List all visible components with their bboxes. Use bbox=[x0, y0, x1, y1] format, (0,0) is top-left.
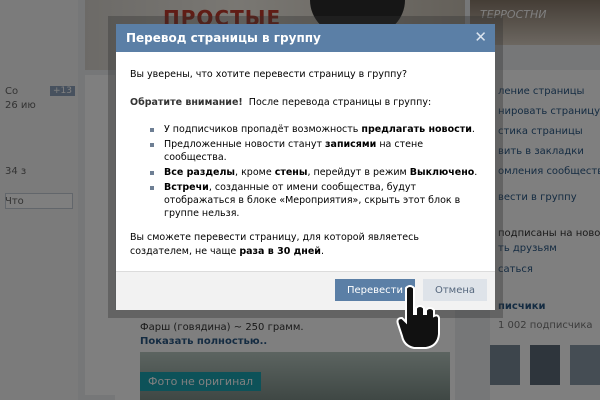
dialog-header: Перевод страницы в группу ✕ bbox=[116, 24, 495, 52]
hand-cursor-icon bbox=[396, 285, 440, 349]
list-item: У подписчиков пропадёт возможность предл… bbox=[150, 123, 485, 136]
attention-text: После перевода страницы в группу: bbox=[248, 97, 432, 108]
list-item: Предложенные новости станут записями на … bbox=[150, 138, 485, 164]
convert-page-dialog: Перевод страницы в группу ✕ Вы уверены, … bbox=[116, 24, 495, 310]
dialog-title: Перевод страницы в группу bbox=[126, 31, 321, 45]
list-item: Встречи, созданные от имени сообщества, … bbox=[150, 181, 485, 220]
frequency-note: Вы сможете перевести страницу, для котор… bbox=[130, 232, 419, 257]
consequences-list: У подписчиков пропадёт возможность предл… bbox=[150, 123, 485, 222]
attention-line: Обратите внимание! После перевода страни… bbox=[130, 97, 431, 108]
confirmation-question: Вы уверены, что хотите перевести страниц… bbox=[130, 69, 408, 80]
list-item: Все разделы, кроме стены, перейдут в реж… bbox=[150, 166, 485, 179]
close-icon[interactable]: ✕ bbox=[474, 29, 487, 45]
attention-label: Обратите внимание! bbox=[130, 97, 243, 108]
